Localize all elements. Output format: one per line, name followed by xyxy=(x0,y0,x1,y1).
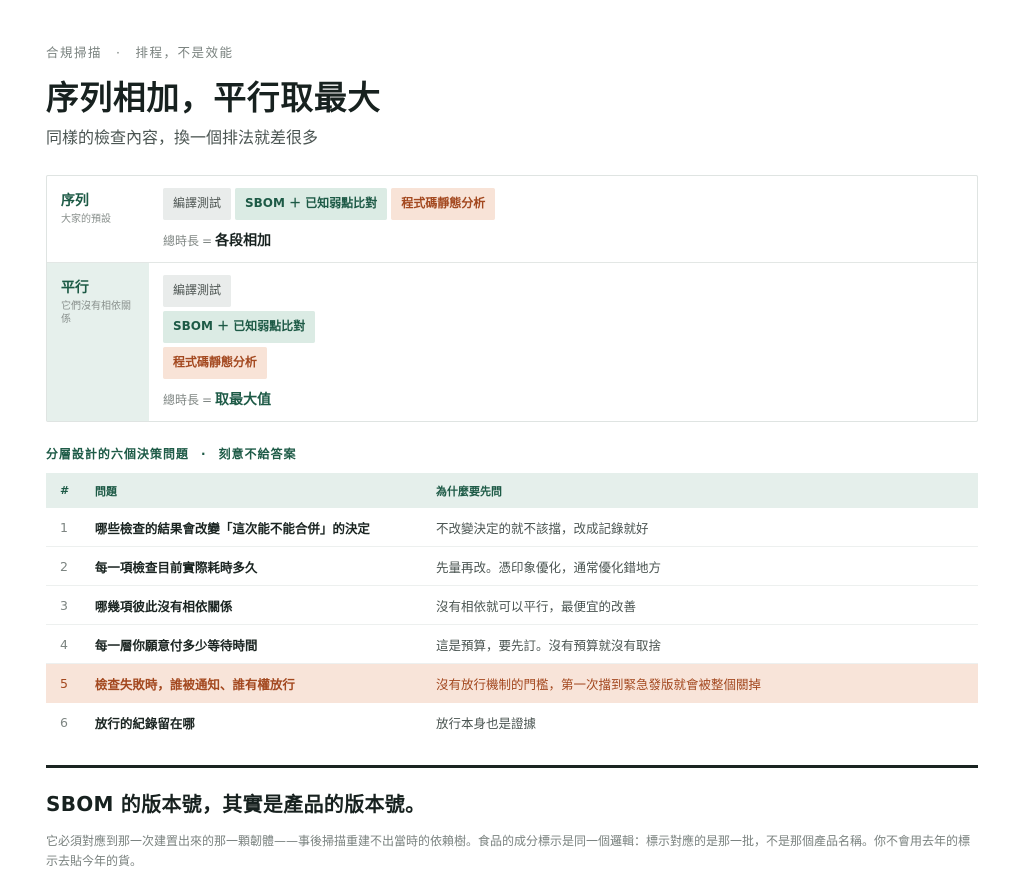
page: 合規掃描 · 排程，不是效能 序列相加，平行取最大 同樣的檢查內容，換一個排法就差很… xyxy=(46,0,978,871)
parallel-label-cell: 平行 它們沒有相依關係 xyxy=(47,263,149,421)
row-why: 先量再改。憑印象優化，通常優化錯地方 xyxy=(436,546,978,586)
row-number: 1 xyxy=(46,508,95,547)
parallel-sublabel: 它們沒有相依關係 xyxy=(61,301,131,325)
serial-chip-row: 編譯測試 SBOM ＋ 已知弱點比對 程式碼靜態分析 xyxy=(163,188,963,220)
table-row: 4 每一層你願意付多少等待時間 這是預算，要先訂。沒有預算就沒有取捨 xyxy=(46,624,978,664)
table-row: 2 每一項檢查目前實際耗時多久 先量再改。憑印象優化，通常優化錯地方 xyxy=(46,546,978,586)
row-question: 檢查失敗時，誰被通知、誰有權放行 xyxy=(95,663,436,703)
row-number: 5 xyxy=(46,663,95,703)
serial-label-cell: 序列 大家的預設 xyxy=(47,176,149,262)
column-header-number: # xyxy=(46,473,95,508)
row-why: 沒有放行機制的門檻，第一次擋到緊急發版就會被整個關掉 xyxy=(436,663,978,703)
questions-heading-separator: · xyxy=(201,447,207,461)
questions-heading-title: 分層設計的六個決策問題 xyxy=(46,447,190,461)
eyebrow: 合規掃描 · 排程，不是效能 xyxy=(46,42,978,60)
closing-paragraph: 它必須對應到那一次建置出來的那一顆韌體——事後掃描重建不出當時的依賴樹。食品的成… xyxy=(46,834,971,868)
parallel-row: 平行 它們沒有相依關係 編譯測試 SBOM ＋ 已知弱點比對 程式碼靜態分析 總… xyxy=(47,262,977,421)
row-question: 放行的紀錄留在哪 xyxy=(95,715,196,731)
row-question: 每一層你願意付多少等待時間 xyxy=(95,624,436,664)
row-number: 2 xyxy=(46,546,95,586)
eyebrow-category: 合規掃描 xyxy=(46,45,103,60)
row-number: 6 xyxy=(60,714,68,730)
parallel-total-value: 取最大值 xyxy=(215,392,272,408)
column-header-question: 問題 xyxy=(95,473,436,508)
row-why: 放行本身也是證據 xyxy=(436,715,537,731)
parallel-label: 平行 xyxy=(61,280,89,296)
page-subtitle: 同樣的檢查內容，換一個排法就差很多 xyxy=(46,128,319,147)
serial-total-prefix: 總時長 xyxy=(163,234,200,248)
row-number: 3 xyxy=(46,585,95,625)
questions-heading: 分層設計的六個決策問題 · 刻意不給答案 xyxy=(46,445,978,462)
row-why: 這是預算，要先訂。沒有預算就沒有取捨 xyxy=(436,624,978,664)
row-question: 每一項檢查目前實際耗時多久 xyxy=(95,546,436,586)
parallel-total: 總時長 = 取最大值 xyxy=(163,389,963,409)
closing-title: SBOM 的版本號，其實是產品的版本號。 xyxy=(46,792,426,816)
column-header-why: 為什麼要先問 xyxy=(436,473,978,508)
serial-total-value: 各段相加 xyxy=(215,233,272,249)
section-divider xyxy=(46,765,978,768)
table-row: 3 哪幾項彼此沒有相依關係 沒有相依就可以平行，最便宜的改善 xyxy=(46,585,978,625)
chip-build-test: 編譯測試 xyxy=(163,188,232,220)
table-header-row: # 問題 為什麼要先問 xyxy=(46,473,978,508)
page-title: 序列相加，平行取最大 xyxy=(46,78,381,117)
serial-row: 序列 大家的預設 編譯測試 SBOM ＋ 已知弱點比對 程式碼靜態分析 總時長 =… xyxy=(47,176,977,262)
row-question: 哪些檢查的結果會改變「這次能不能合併」的決定 xyxy=(95,508,436,547)
table-row-highlighted: 5 檢查失敗時，誰被通知、誰有權放行 沒有放行機制的門檻，第一次擋到緊急發版就會… xyxy=(46,663,978,703)
serial-sublabel: 大家的預設 xyxy=(61,214,111,225)
serial-body: 編譯測試 SBOM ＋ 已知弱點比對 程式碼靜態分析 總時長 = 各段相加 xyxy=(149,176,977,262)
eyebrow-separator: · xyxy=(116,45,122,60)
serial-total-eq: = xyxy=(202,234,213,248)
row-why: 沒有相依就可以平行，最便宜的改善 xyxy=(436,585,978,625)
table-row: 6 放行的紀錄留在哪 放行本身也是證據 xyxy=(46,703,978,742)
chip-sbom-vuln: SBOM ＋ 已知弱點比對 xyxy=(163,311,316,343)
parallel-total-eq: = xyxy=(202,393,213,407)
row-number: 4 xyxy=(46,624,95,664)
parallel-body: 編譯測試 SBOM ＋ 已知弱點比對 程式碼靜態分析 總時長 = 取最大值 xyxy=(149,263,977,421)
eyebrow-topic: 排程，不是效能 xyxy=(135,45,234,60)
chip-static-analysis: 程式碼靜態分析 xyxy=(391,188,496,220)
row-why: 不改變決定的就不該擋，改成記錄就好 xyxy=(436,508,978,547)
questions-heading-note: 刻意不給答案 xyxy=(218,447,297,461)
row-question: 哪幾項彼此沒有相依關係 xyxy=(95,585,436,625)
serial-label: 序列 xyxy=(61,193,89,209)
decision-questions-table: # 問題 為什麼要先問 1 哪些檢查的結果會改變「這次能不能合併」的決定 不改變… xyxy=(46,473,978,741)
parallel-chip-stack: 編譯測試 SBOM ＋ 已知弱點比對 程式碼靜態分析 xyxy=(163,275,963,379)
table-row: 1 哪些檢查的結果會改變「這次能不能合併」的決定 不改變決定的就不該擋，改成記錄… xyxy=(46,508,978,547)
chip-static-analysis: 程式碼靜態分析 xyxy=(163,347,268,379)
chip-sbom-vuln: SBOM ＋ 已知弱點比對 xyxy=(235,188,388,220)
serial-total: 總時長 = 各段相加 xyxy=(163,230,963,250)
chip-build-test: 編譯測試 xyxy=(163,275,232,307)
parallel-total-prefix: 總時長 xyxy=(163,393,200,407)
serial-vs-parallel-comparison: 序列 大家的預設 編譯測試 SBOM ＋ 已知弱點比對 程式碼靜態分析 總時長 =… xyxy=(46,175,978,422)
